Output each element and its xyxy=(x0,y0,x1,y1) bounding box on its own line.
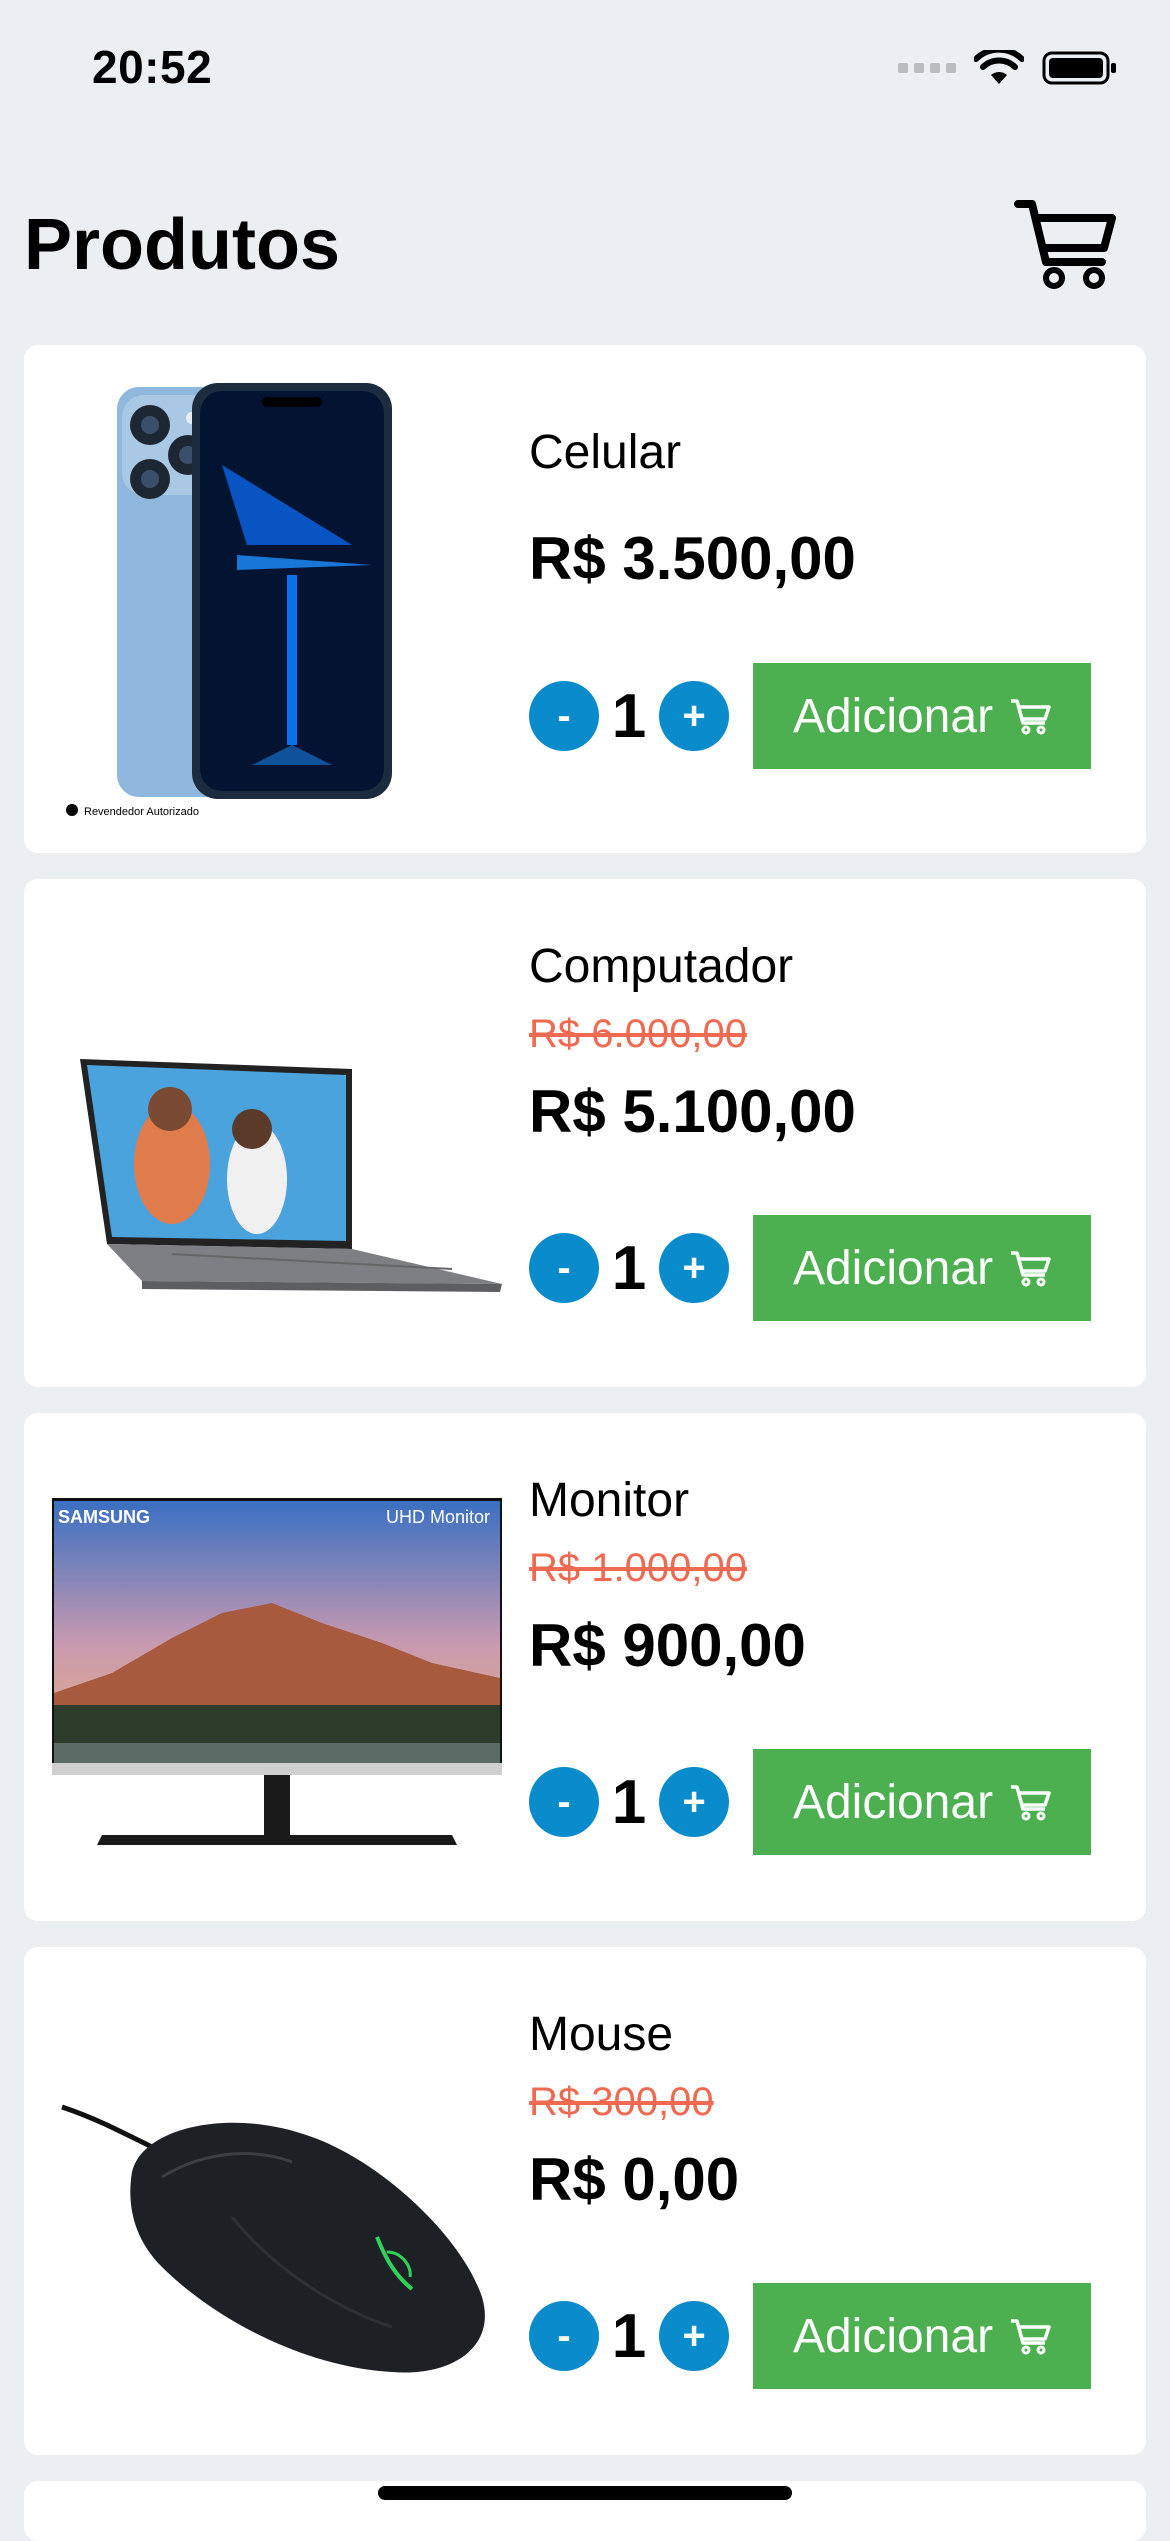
svg-text:Revendedor Autorizado: Revendedor Autorizado xyxy=(84,806,199,818)
signal-icon xyxy=(898,63,956,73)
cart-small-icon xyxy=(1011,699,1051,735)
product-price: R$ 3.500,00 xyxy=(529,525,856,592)
add-to-cart-button[interactable]: Adicionar xyxy=(753,1749,1091,1855)
product-card: Mouse R$ 300,00 R$ 0,00 - 1 + Adicionar xyxy=(24,1947,1146,2455)
cart-small-icon xyxy=(1011,1251,1051,1287)
laptop-image xyxy=(80,1059,502,1292)
quantity-value: 1 xyxy=(611,681,647,751)
product-controls: - 1 + Adicionar xyxy=(529,663,1091,769)
cart-button[interactable] xyxy=(1014,198,1118,290)
product-info: Mouse R$ 300,00 R$ 0,00 xyxy=(529,2007,1129,2214)
cart-small-icon xyxy=(1011,1785,1051,1821)
product-list: Revendedor Autorizado Celular R$ 3.500,0… xyxy=(24,345,1146,2541)
product-card: Computador R$ 6.000,00 R$ 5.100,00 - 1 +… xyxy=(24,879,1146,1387)
decrement-button[interactable]: - xyxy=(529,681,599,751)
product-info: Celular R$ 3.500,00 xyxy=(529,425,1129,593)
decrement-button[interactable]: - xyxy=(529,1767,599,1837)
phone-image: Revendedor Autorizado xyxy=(66,383,392,818)
home-indicator xyxy=(378,2486,792,2500)
product-old-price: R$ 300,00 xyxy=(529,2080,714,2124)
product-card: SAMSUNG UHD Monitor Monitor R$ 1.000,00 … xyxy=(24,1413,1146,1921)
product-info: Computador R$ 6.000,00 R$ 5.100,00 xyxy=(529,939,1129,1146)
decrement-button[interactable]: - xyxy=(529,2301,599,2371)
product-card: Revendedor Autorizado Celular R$ 3.500,0… xyxy=(24,345,1146,853)
product-price: R$ 900,00 xyxy=(529,1612,806,1679)
status-bar: 20:52 xyxy=(0,0,1170,140)
product-controls: - 1 + Adicionar xyxy=(529,1749,1091,1855)
product-price: R$ 5.100,00 xyxy=(529,1078,856,1145)
product-controls: - 1 + Adicionar xyxy=(529,1215,1091,1321)
add-button-label: Adicionar xyxy=(792,689,994,743)
add-to-cart-button[interactable]: Adicionar xyxy=(753,1215,1091,1321)
page-title: Produtos xyxy=(24,205,340,285)
mouse-image xyxy=(61,2104,485,2373)
product-name: Computador xyxy=(529,940,794,993)
monitor-image: SAMSUNG UHD Monitor xyxy=(52,1498,502,1845)
status-icons xyxy=(898,50,1118,86)
increment-button[interactable]: + xyxy=(659,1767,729,1837)
product-old-price: R$ 6.000,00 xyxy=(529,1012,747,1056)
quantity-value: 1 xyxy=(611,1233,647,1303)
cart-small-icon xyxy=(1011,2319,1051,2355)
add-button-label: Adicionar xyxy=(792,1241,994,1295)
product-controls: - 1 + Adicionar xyxy=(529,2283,1091,2389)
product-price: R$ 0,00 xyxy=(529,2146,740,2213)
quantity-value: 1 xyxy=(611,2301,647,2371)
product-name: Celular xyxy=(529,426,682,479)
decrement-button[interactable]: - xyxy=(529,1233,599,1303)
product-old-price: R$ 1.000,00 xyxy=(529,1546,747,1590)
product-name: Monitor xyxy=(529,1474,690,1527)
add-button-label: Adicionar xyxy=(792,2309,994,2363)
product-info: Monitor R$ 1.000,00 R$ 900,00 xyxy=(529,1473,1129,1680)
svg-text:UHD Monitor: UHD Monitor xyxy=(386,1507,490,1527)
increment-button[interactable]: + xyxy=(659,1233,729,1303)
status-time: 20:52 xyxy=(92,41,213,93)
quantity-value: 1 xyxy=(611,1767,647,1837)
increment-button[interactable]: + xyxy=(659,2301,729,2371)
add-button-label: Adicionar xyxy=(792,1775,994,1829)
product-name: Mouse xyxy=(529,2008,674,2061)
increment-button[interactable]: + xyxy=(659,681,729,751)
wifi-icon xyxy=(974,50,1024,84)
add-to-cart-button[interactable]: Adicionar xyxy=(753,663,1091,769)
add-to-cart-button[interactable]: Adicionar xyxy=(753,2283,1091,2389)
svg-text:SAMSUNG: SAMSUNG xyxy=(58,1507,150,1527)
header: Produtos xyxy=(0,190,1170,300)
battery-icon xyxy=(1042,51,1116,85)
cart-icon xyxy=(1014,200,1116,289)
